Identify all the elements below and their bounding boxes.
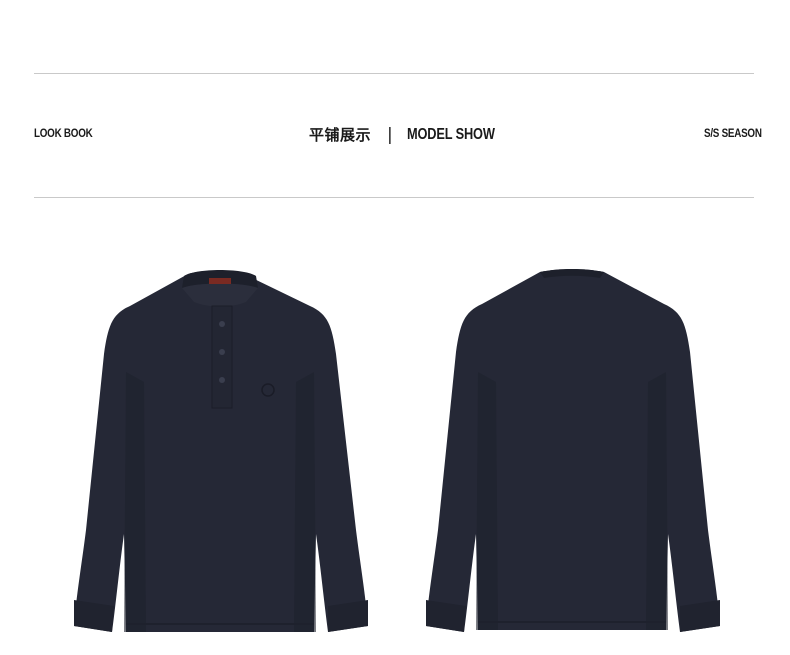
season-label: S/S SEASON <box>704 126 762 140</box>
top-divider <box>34 73 754 74</box>
section-title: 平铺展示 | MODEL SHOW <box>309 124 516 145</box>
henley-shirt-back-icon <box>426 269 720 632</box>
section-title-cn: 平铺展示 <box>309 126 372 144</box>
look-book-label: LOOK BOOK <box>34 126 93 140</box>
section-title-en: MODEL SHOW <box>406 125 495 143</box>
henley-shirt-front-icon <box>74 270 368 632</box>
front-shirt-image <box>66 262 376 642</box>
title-separator: | <box>387 124 393 145</box>
bottom-divider <box>34 197 754 198</box>
back-shirt-image <box>418 262 728 642</box>
